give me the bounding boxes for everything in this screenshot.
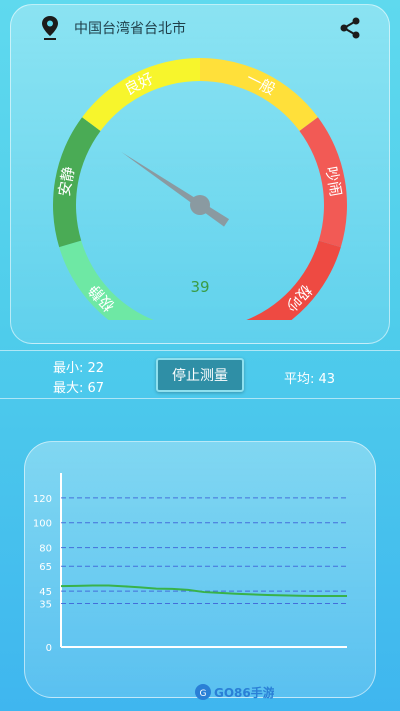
y-tick-label: 100 [33, 519, 52, 530]
y-tick-label: 65 [39, 562, 52, 573]
watermark-logo: G GO86手游网 [195, 684, 274, 700]
history-line-chart: 120 100 80 65 45 35 0 [33, 473, 347, 654]
y-tick-label: 35 [39, 600, 52, 611]
svg-text:GO86手游网: GO86手游网 [214, 685, 274, 700]
svg-text:G: G [200, 689, 207, 699]
y-tick-label: 0 [46, 643, 52, 654]
y-tick-label: 45 [39, 587, 52, 598]
y-tick-label: 80 [39, 544, 52, 555]
y-tick-label: 120 [33, 494, 52, 505]
